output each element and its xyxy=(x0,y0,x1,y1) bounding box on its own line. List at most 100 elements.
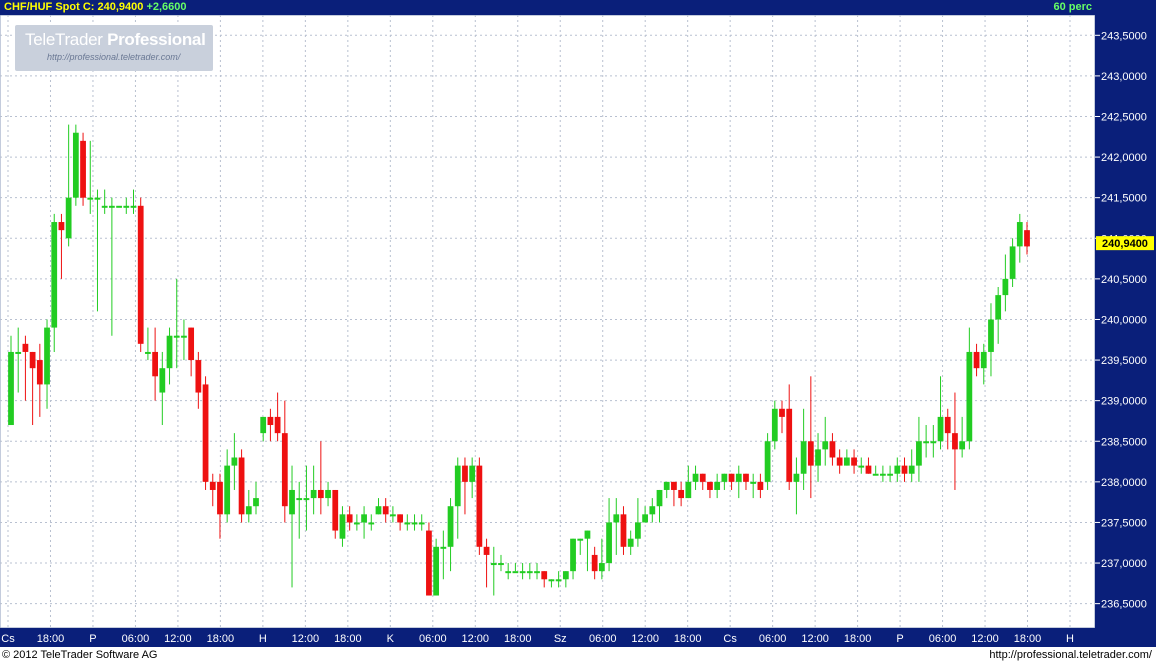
candle-body xyxy=(289,489,295,515)
candle-body xyxy=(173,335,180,338)
candle-body xyxy=(433,546,440,596)
y-tick-label: 243,5000 xyxy=(1101,30,1147,42)
x-tick-label: 12:00 xyxy=(164,633,192,645)
candle-body xyxy=(663,481,670,490)
candle-body xyxy=(440,546,447,549)
candle-body xyxy=(872,473,879,476)
candle-body xyxy=(332,489,339,531)
x-tick-label: 12:00 xyxy=(971,633,999,645)
candle-body xyxy=(426,530,432,596)
y-tick-label: 238,0000 xyxy=(1101,477,1147,489)
x-tick-label: 12:00 xyxy=(801,633,829,645)
candle-body xyxy=(591,554,598,572)
y-tick-label: 243,0000 xyxy=(1101,71,1147,83)
candle-body xyxy=(483,546,490,555)
candle-body xyxy=(94,197,101,200)
candle-body xyxy=(397,514,403,523)
x-tick-label: 06:00 xyxy=(419,633,447,645)
candle-body xyxy=(1024,230,1030,247)
candle-body xyxy=(829,441,836,458)
x-tick-label: 12:00 xyxy=(292,633,320,645)
candle-body xyxy=(65,197,72,239)
candle-body xyxy=(159,368,166,393)
footer-url[interactable]: http://professional.teletrader.com/ xyxy=(989,647,1152,664)
watermark-brand-a: TeleTrader xyxy=(25,30,103,49)
candle-body xyxy=(692,473,699,482)
candle-body xyxy=(303,498,310,501)
candle-body xyxy=(123,205,130,208)
y-tick-label: 242,5000 xyxy=(1101,111,1147,123)
period-label: 60 perc xyxy=(1053,1,1092,13)
candle-body xyxy=(894,465,901,474)
candle-body xyxy=(555,579,562,582)
candle-body xyxy=(404,522,411,525)
x-tick-label: K xyxy=(387,633,395,645)
candle-body xyxy=(613,514,620,523)
y-tick-label: 240,5000 xyxy=(1101,274,1147,286)
candle-body xyxy=(959,441,966,450)
candle-body xyxy=(145,351,151,354)
candle-body xyxy=(202,384,209,482)
x-tick-label: 06:00 xyxy=(759,633,787,645)
candle-body xyxy=(353,522,360,525)
candle-body xyxy=(635,522,641,539)
candle-body xyxy=(944,416,951,434)
candle-body xyxy=(224,465,231,515)
candle-body xyxy=(238,457,245,515)
candle-body xyxy=(462,465,468,482)
candle-body xyxy=(116,205,122,208)
candle-body xyxy=(779,408,785,417)
footer: © 2012 TeleTrader Software AG http://pro… xyxy=(0,647,1156,664)
candle-body xyxy=(418,522,425,525)
candle-body xyxy=(923,441,930,444)
copyright-text: © 2012 TeleTrader Software AG xyxy=(2,649,158,661)
candle-body xyxy=(29,351,36,369)
y-tick-label: 239,5000 xyxy=(1101,355,1147,367)
y-axis-panel xyxy=(1095,15,1156,647)
candle-body xyxy=(930,441,937,444)
candle-body xyxy=(822,441,829,450)
x-tick-label: 18:00 xyxy=(844,633,872,645)
candle-body xyxy=(137,205,144,344)
candle-body xyxy=(793,473,800,482)
candle-body xyxy=(245,506,252,515)
candle-body xyxy=(87,197,94,200)
candle-body xyxy=(858,465,865,468)
candle-body xyxy=(375,506,382,515)
close-label: C: xyxy=(82,1,95,13)
y-tick-label: 242,0000 xyxy=(1101,152,1147,164)
x-tick-label: P xyxy=(89,633,96,645)
candle-body xyxy=(743,473,749,482)
candle-body xyxy=(296,498,303,501)
candle-body xyxy=(476,465,483,547)
x-tick-label: 12:00 xyxy=(462,633,490,645)
candle-body xyxy=(606,522,612,564)
candle-body xyxy=(627,538,634,547)
candle-body xyxy=(469,465,476,482)
y-tick-label: 241,5000 xyxy=(1101,193,1147,205)
x-tick-label: 18:00 xyxy=(504,633,532,645)
candle-body xyxy=(815,449,821,466)
y-axis: 243,5000 243,0000 242,5000 242,0000 241,5000… xyxy=(1095,30,1147,611)
candle-body xyxy=(916,441,922,466)
candle-body xyxy=(36,360,43,385)
x-tick-label: Cs xyxy=(1,633,15,645)
candle-body xyxy=(541,571,548,580)
candle-body xyxy=(325,489,331,499)
candle-body xyxy=(44,327,50,385)
candle-body xyxy=(642,514,648,523)
x-tick-label: 18:00 xyxy=(334,633,362,645)
candle-body xyxy=(490,563,497,566)
candle-body xyxy=(58,222,65,231)
candle-body xyxy=(980,351,987,369)
candle-body xyxy=(447,506,454,547)
candle-body xyxy=(771,408,778,442)
candle-body xyxy=(865,465,872,474)
candle-body xyxy=(598,563,605,572)
candle-body xyxy=(274,416,281,434)
candle-body xyxy=(735,473,742,482)
candlestick-chart[interactable]: 243,5000 243,0000 242,5000 242,0000 241,5000… xyxy=(0,15,1156,647)
teletrader-watermark-logo: TeleTrader Professional http://professio… xyxy=(15,25,213,71)
candle-body xyxy=(281,433,288,507)
candle-body xyxy=(195,360,202,393)
